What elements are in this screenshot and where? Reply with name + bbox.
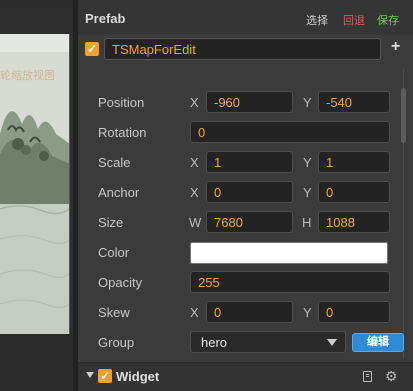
book-icon[interactable] — [363, 371, 372, 382]
opacity-label: Opacity — [98, 275, 143, 290]
scale-y-value: 1 — [326, 155, 334, 170]
size-height-input[interactable]: 1088 — [318, 211, 390, 233]
scene-toolbar — [0, 0, 73, 8]
anchor-x-axis-label: X — [190, 185, 199, 200]
prefab-bar: Prefab 选择 回退 保存 — [78, 0, 413, 34]
skew-y-value: 0 — [326, 305, 334, 320]
position-x-input[interactable]: -960 — [206, 91, 293, 113]
scale-x-axis-label: X — [190, 155, 199, 170]
position-y-axis-label: Y — [303, 95, 312, 110]
position-y-value: -540 — [326, 95, 353, 110]
widget-component-header[interactable]: ✓ Widget ⚙ — [78, 362, 413, 391]
size-width-value: 7680 — [214, 215, 243, 230]
group-select[interactable]: hero — [190, 331, 346, 353]
inspector-panel: Prefab 选择 回退 保存 ✓ TSMapForEdit + Positio… — [78, 0, 413, 391]
rotation-input[interactable]: 0 — [190, 121, 390, 143]
group-edit-button[interactable]: 编辑 — [352, 333, 404, 352]
skew-x-axis-label: X — [190, 305, 199, 320]
node-active-checkbox[interactable]: ✓ — [85, 42, 99, 56]
anchor-x-value: 0 — [214, 185, 222, 200]
scene-map-preview[interactable]: 轮缩放视图 — [0, 34, 70, 334]
size-label: Size — [98, 215, 124, 230]
skew-x-input[interactable]: 0 — [206, 301, 293, 323]
scene-caption: 轮缩放视图 — [0, 70, 55, 82]
add-component-button[interactable]: + — [391, 38, 400, 56]
color-label: Color — [98, 245, 130, 260]
node-header: ✓ TSMapForEdit + — [78, 34, 413, 68]
editor-window: 轮缩放视图 Prefab 选择 回退 保存 ✓ TSMapForEdit + P… — [0, 0, 413, 391]
anchor-label: Anchor — [98, 185, 140, 200]
scene-panel[interactable]: 轮缩放视图 — [0, 0, 73, 391]
skew-x-value: 0 — [214, 305, 222, 320]
anchor-x-input[interactable]: 0 — [206, 181, 293, 203]
gear-icon[interactable]: ⚙ — [385, 368, 398, 385]
prefab-revert-button[interactable]: 回退 — [343, 12, 365, 28]
anchor-y-input[interactable]: 0 — [318, 181, 390, 203]
widget-title: Widget — [116, 369, 160, 384]
node-name: TSMapForEdit — [112, 42, 196, 57]
group-value: hero — [201, 335, 228, 350]
check-icon: ✓ — [99, 369, 111, 383]
opacity-input[interactable]: 255 — [190, 271, 390, 293]
prefab-select-button[interactable]: 选择 — [306, 12, 328, 28]
rotation-value: 0 — [198, 125, 206, 140]
skew-y-input[interactable]: 0 — [318, 301, 390, 323]
position-y-input[interactable]: -540 — [318, 91, 390, 113]
prefab-save-button[interactable]: 保存 — [377, 12, 399, 28]
scale-y-input[interactable]: 1 — [318, 151, 390, 173]
scale-label: Scale — [98, 155, 131, 170]
anchor-y-value: 0 — [326, 185, 334, 200]
size-h-axis-label: H — [302, 215, 312, 230]
size-height-value: 1088 — [326, 215, 355, 230]
size-w-axis-label: W — [189, 215, 202, 230]
scale-x-value: 1 — [214, 155, 222, 170]
check-icon: ✓ — [86, 42, 98, 56]
color-picker-swatch[interactable] — [190, 242, 388, 264]
scale-x-input[interactable]: 1 — [206, 151, 293, 173]
prefab-title: Prefab — [85, 11, 126, 26]
position-x-value: -960 — [214, 95, 241, 110]
skew-y-axis-label: Y — [303, 305, 312, 320]
scale-y-axis-label: Y — [303, 155, 312, 170]
triangle-down-icon[interactable] — [86, 372, 94, 378]
group-label: Group — [98, 335, 135, 350]
position-label: Position — [98, 95, 145, 110]
skew-label: Skew — [98, 305, 130, 320]
scrollbar-thumb[interactable] — [401, 88, 406, 143]
position-x-axis-label: X — [190, 95, 199, 110]
scene-footer — [0, 334, 73, 391]
rotation-label: Rotation — [98, 125, 147, 140]
chevron-down-icon — [327, 339, 337, 346]
size-width-input[interactable]: 7680 — [206, 211, 293, 233]
anchor-y-axis-label: Y — [303, 185, 312, 200]
opacity-value: 255 — [198, 275, 220, 290]
widget-enabled-checkbox[interactable]: ✓ — [98, 369, 112, 383]
node-name-field[interactable]: TSMapForEdit — [104, 38, 381, 60]
